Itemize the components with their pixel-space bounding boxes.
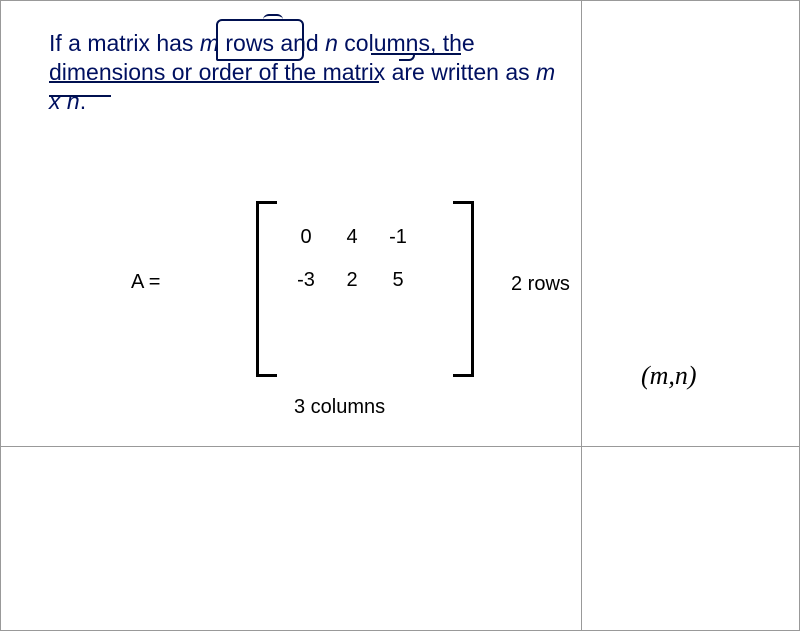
intro-n: n bbox=[325, 30, 338, 56]
slide-page: If a matrix has m rows and n columns, th… bbox=[0, 0, 800, 631]
ink-circle-rows-icon bbox=[216, 19, 304, 61]
table-row: -3 2 5 bbox=[283, 259, 421, 302]
matrix-cells: 0 4 -1 -3 2 5 bbox=[283, 216, 421, 302]
left-bracket-icon bbox=[256, 201, 277, 377]
table-row: 0 4 -1 bbox=[283, 216, 421, 259]
matrix-equals-label: A = bbox=[131, 271, 160, 294]
right-bracket-icon bbox=[453, 201, 474, 377]
ink-squiggle-icon bbox=[399, 53, 415, 61]
rows-count-label: 2 rows bbox=[511, 273, 570, 296]
intro-period: . bbox=[80, 88, 86, 114]
matrix-cell: 2 bbox=[329, 259, 375, 302]
cols-count-label: 3 columns bbox=[294, 396, 385, 419]
ink-underline1-icon bbox=[371, 53, 461, 55]
matrix-cell: -1 bbox=[375, 216, 421, 259]
matrix-cell: 4 bbox=[329, 216, 375, 259]
ink-underline2-icon bbox=[49, 81, 379, 83]
mn-tuple-label: (m,n) bbox=[641, 361, 697, 391]
horizontal-divider bbox=[1, 446, 799, 447]
matrix-cell: 0 bbox=[283, 216, 329, 259]
matrix-cell: 5 bbox=[375, 259, 421, 302]
matrix-cell: -3 bbox=[283, 259, 329, 302]
intro-part1: If a matrix has bbox=[49, 30, 200, 56]
ink-strike-mxn-icon bbox=[49, 95, 111, 97]
intro-text: If a matrix has m rows and n columns, th… bbox=[49, 29, 569, 115]
vertical-divider bbox=[581, 1, 582, 630]
ink-cap-icon bbox=[263, 14, 283, 24]
